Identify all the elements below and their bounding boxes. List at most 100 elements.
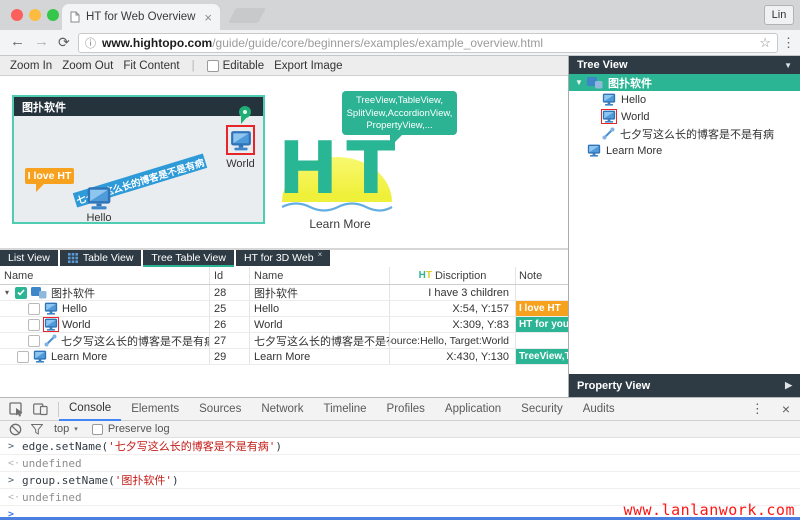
devtools-tab-profiles[interactable]: Profiles [377,398,435,420]
pin-stem [241,117,247,124]
reload-icon[interactable]: ⟳ [58,34,70,51]
row-checkbox[interactable] [28,319,40,331]
group-node-header: 图扑软件 [14,97,263,116]
new-tab-button[interactable] [228,8,266,23]
col-name2[interactable]: Name [254,270,283,282]
monitor-icon [33,350,47,363]
tree-item-world[interactable]: World [569,108,800,125]
devtools-close-icon[interactable]: × [782,401,790,417]
col-id[interactable]: Id [214,270,223,282]
back-icon[interactable]: ← [10,33,25,50]
table-row[interactable]: 七夕写这么长的博客是不是有病 27 七夕写这么长的博客是不是有病 Source:… [0,333,568,349]
table-row[interactable]: Hello 25 Hello X:54, Y:157 I love HT [0,301,568,317]
love-note-callout[interactable]: I love HT [25,168,74,184]
browser-menu-icon[interactable]: ⋮ [782,35,795,51]
tab-label: Tree Table View [151,252,226,264]
editable-checkbox[interactable] [207,60,219,72]
world-node-selection-box[interactable] [226,125,255,155]
tree-item-group[interactable]: ▼ 图扑软件 [569,74,800,91]
tree-view-header[interactable]: Tree View ▼ [569,56,800,74]
url-host: www.hightopo.com [102,36,212,50]
row-name2: Hello [254,303,279,315]
zoom-out-button[interactable]: Zoom Out [62,60,113,72]
filter-icon[interactable] [31,424,43,435]
browser-tab[interactable]: HT for Web Overview × [62,4,220,30]
devtools-tab-network[interactable]: Network [251,398,313,420]
fit-content-button[interactable]: Fit Content [123,60,179,72]
tab-tree-table-view[interactable]: Tree Table View [143,250,234,267]
table-row[interactable]: World 26 World X:309, Y:83 HT for your [0,317,568,333]
devtools-menu-icon[interactable]: ⋮ [751,401,764,417]
expand-collapse-icon[interactable]: ▼ [575,78,585,87]
devtools-tab-console[interactable]: Console [59,398,121,421]
device-toolbar-icon[interactable] [33,402,48,416]
tab-close-icon[interactable]: × [318,250,323,259]
tab-ht-for-3d-web[interactable]: HT for 3D Web × [236,250,330,266]
group-icon [587,76,603,89]
table-row[interactable]: Learn More 29 Learn More X:430, Y:130 Tr… [0,349,568,365]
console-command[interactable]: > edge.setName('七夕写这么长的博客是不是有病') [0,438,800,455]
note-chip: I love HT [516,301,568,316]
ht-logo[interactable]: HT [278,132,396,206]
devtools-tab-audits[interactable]: Audits [573,398,625,420]
bookmark-star-icon[interactable]: ☆ [759,35,771,51]
tab-table-view[interactable]: Table View [60,250,142,266]
col-discription[interactable]: Discription [435,270,486,282]
expand-collapse-icon[interactable]: ▾ [5,288,15,297]
property-view-title: Property View [577,380,650,392]
devtools-tab-security[interactable]: Security [511,398,573,420]
profile-button[interactable]: Lin [764,5,794,25]
console-command[interactable]: > group.setName('图扑软件') [0,472,800,489]
expand-arrow-icon[interactable]: ▶ [785,380,792,391]
browser-titlebar: HT for Web Overview × Lin [0,0,800,30]
forward-icon[interactable]: → [34,33,49,50]
browser-navbar: ← → ⟳ ⓘ www.hightopo.com /guide/guide/co… [0,30,800,56]
row-name2: 图扑软件 [254,285,298,300]
preserve-log-checkbox[interactable] [92,424,103,435]
learn-more-label[interactable]: Learn More [298,217,382,231]
url-bar[interactable]: ⓘ www.hightopo.com /guide/guide/core/beg… [78,33,778,53]
grid-icon [68,253,78,263]
row-id: 29 [214,351,226,363]
zoom-in-button[interactable]: Zoom In [10,60,52,72]
devtools-tab-timeline[interactable]: Timeline [314,398,377,420]
col-note[interactable]: Note [519,270,542,282]
view-tabbar: List View Table View Tree Table View HT … [0,250,568,267]
row-name: 七夕写这么长的博客是不是有病 [61,333,210,348]
tab-list-view[interactable]: List View [0,250,58,266]
fullscreen-window-button[interactable] [47,9,59,21]
clear-console-icon[interactable] [9,423,22,436]
hello-node[interactable] [86,186,112,215]
chevron-down-icon[interactable]: ▾ [74,425,78,433]
tree-item-edge[interactable]: 七夕写这么长的博客是不是有病 [569,125,800,142]
execution-context-selector[interactable]: top [54,423,69,435]
site-info-icon[interactable]: ⓘ [85,35,96,51]
graph-view-canvas[interactable]: 图扑软件 七夕写这么长的博客是不是有病 I love HT Hello [0,76,568,248]
devtools-tab-elements[interactable]: Elements [121,398,189,420]
pin-icon [239,106,251,118]
edge-icon [44,334,57,347]
row-name2: World [254,319,283,331]
command-code: group.setName( [22,474,115,487]
monitor-icon [230,130,252,151]
row-checkbox[interactable] [17,351,29,363]
inspect-element-icon[interactable] [9,402,24,417]
table-row[interactable]: ▾ 图扑软件 28 图扑软件 I have 3 children [0,285,568,301]
tab-close-icon[interactable]: × [204,11,212,24]
tree-item-hello[interactable]: Hello [569,91,800,108]
devtools-tab-application[interactable]: Application [435,398,511,420]
bubble-line: TreeView,TableView, [342,95,457,108]
row-checkbox[interactable] [28,303,40,315]
collapse-arrow-icon[interactable]: ▼ [784,61,792,70]
minimize-window-button[interactable] [29,9,41,21]
close-window-button[interactable] [11,9,23,21]
property-view-header[interactable]: Property View ▶ [569,374,800,397]
console-result[interactable]: <· undefined [0,455,800,472]
row-checkbox[interactable] [28,335,40,347]
devtools-tab-sources[interactable]: Sources [189,398,251,420]
tree-item-learn-more[interactable]: Learn More [569,142,800,159]
command-string: '七夕写这么长的博客是不是有病' [108,438,275,454]
col-name[interactable]: Name [4,270,33,282]
export-image-button[interactable]: Export Image [274,60,342,72]
row-checkbox-checked[interactable] [15,287,27,299]
